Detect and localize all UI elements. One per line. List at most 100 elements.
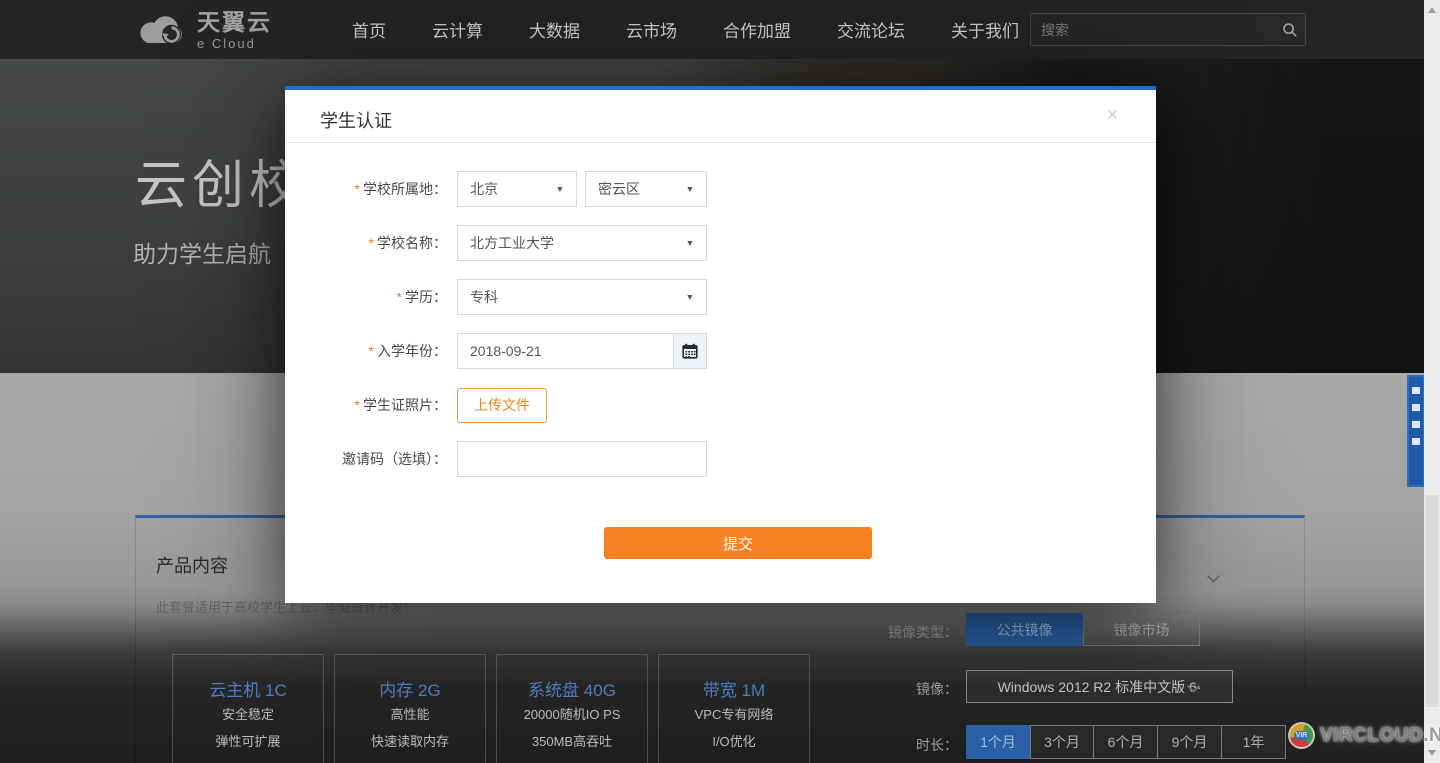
duration-1month-button[interactable]: 1个月 <box>966 725 1030 759</box>
watermark-badge-text: VIR <box>1293 731 1310 740</box>
district-select[interactable]: 密云区 <box>585 171 707 207</box>
search-input[interactable] <box>1031 21 1275 38</box>
student-verification-form: *学校所属地： 北京 密云区 *学校名称： 北方工业大学 <box>285 143 1156 559</box>
spec-card-disk: 系统盘 40G 20000随机IO PS 350MB高吞吐 <box>496 654 648 763</box>
watermark: VIR VIRCLOUD.NET <box>1288 722 1440 749</box>
spec-card-memory: 内存 2G 高性能 快速读取内存 <box>334 654 486 763</box>
watermark-cloud-icon: VIR <box>1288 722 1315 749</box>
spec-card-line: 弹性可扩展 <box>215 734 281 749</box>
scrollbar-thumb[interactable] <box>1425 495 1439 707</box>
scroll-up-arrow-icon[interactable] <box>1428 7 1436 13</box>
cloud-logo-icon <box>135 7 191 53</box>
duration-label: 时长： <box>916 737 958 753</box>
province-select[interactable]: 北京 <box>457 171 577 207</box>
nav-item-cloud-computing[interactable]: 云计算 <box>432 17 483 42</box>
image-select-value: Windows 2012 R2 标准中文版 6· <box>997 678 1202 695</box>
duration-1year-button[interactable]: 1年 <box>1222 725 1286 759</box>
nav-item-cloud-market[interactable]: 云市场 <box>626 17 677 42</box>
spec-card-title: 系统盘 40G <box>528 681 616 700</box>
duration-toggle: 1个月 3个月 6个月 9个月 1年 <box>966 725 1286 759</box>
required-mark: * <box>368 343 374 359</box>
form-row-enroll-year: * 入学年份： <box>320 333 1156 369</box>
top-nav: 天翼云 e Cloud 首页 云计算 大数据 云市场 合作加盟 交流论坛 关于我… <box>0 0 1440 59</box>
province-select-value: 北京 <box>470 181 498 197</box>
degree-select-value: 专科 <box>470 289 498 305</box>
school-name-select-value: 北方工业大学 <box>470 235 554 251</box>
student-card-label: * 学生证照片： <box>354 397 447 413</box>
duration-9month-button[interactable]: 9个月 <box>1158 725 1222 759</box>
scrollbar[interactable] <box>1424 0 1440 763</box>
upload-file-button[interactable]: 上传文件 <box>457 387 547 423</box>
nav-item-about-us[interactable]: 关于我们 <box>951 17 1019 42</box>
degree-select[interactable]: 专科 <box>457 279 707 315</box>
image-type-public-button[interactable]: 公共镜像 <box>966 613 1083 646</box>
image-type-toggle: 公共镜像 镜像市场 <box>966 613 1200 646</box>
spec-card-cpu: 云主机 1C 安全稳定 弹性可扩展 <box>172 654 324 763</box>
district-select-value: 密云区 <box>598 181 640 197</box>
calendar-button[interactable] <box>673 334 706 368</box>
watermark-text: VIRCLOUD.NET <box>1320 724 1440 746</box>
spec-card-line: I/O优化 <box>712 734 756 749</box>
degree-label: * 学历： <box>396 289 447 305</box>
duration-3month-button[interactable]: 3个月 <box>1030 725 1094 759</box>
brand-subtitle: e Cloud <box>197 35 256 51</box>
nav-item-home[interactable]: 首页 <box>352 17 386 42</box>
submit-button[interactable]: 提交 <box>604 527 872 559</box>
modal-header: 学生认证 × <box>285 90 1156 143</box>
required-mark: * <box>354 181 360 197</box>
school-location-label: * 学校所属地： <box>354 181 447 197</box>
spec-card-title: 云主机 1C <box>209 681 287 700</box>
spec-card-line: 高性能 <box>390 707 430 722</box>
image-type-label: 镜像类型： <box>888 624 958 640</box>
nav-item-forum[interactable]: 交流论坛 <box>837 17 905 42</box>
form-row-student-card: * 学生证照片： 上传文件 <box>320 387 1156 423</box>
product-panel-title: 产品内容 <box>156 556 228 576</box>
nav-item-partnership[interactable]: 合作加盟 <box>723 17 791 42</box>
chevron-down-icon <box>1207 570 1220 583</box>
form-row-school-location: *学校所属地： 北京 密云区 <box>320 171 1156 207</box>
spec-card-line: 20000随机IO PS <box>523 707 621 722</box>
image-label: 镜像： <box>916 681 958 697</box>
school-name-select[interactable]: 北方工业大学 <box>457 225 707 261</box>
close-icon[interactable]: × <box>1107 105 1118 127</box>
spec-card-title: 内存 2G <box>379 681 441 700</box>
enroll-year-field <box>457 333 707 369</box>
modal-title: 学生认证 <box>320 111 392 131</box>
school-name-label: * 学校名称： <box>368 235 447 251</box>
feedback-side-tab[interactable] <box>1407 375 1425 487</box>
required-mark: * <box>368 235 374 251</box>
enroll-year-label: * 入学年份： <box>368 343 447 359</box>
form-row-invite-code: 邀请码（选填）： <box>320 441 1156 477</box>
invite-code-input[interactable] <box>457 441 707 477</box>
search-icon[interactable] <box>1275 22 1305 38</box>
spec-card-bandwidth: 带宽 1M VPC专有网络 I/O优化 <box>658 654 810 763</box>
required-mark: * <box>396 289 402 305</box>
form-row-degree: * 学历： 专科 <box>320 279 1156 315</box>
brand-logo[interactable]: 天翼云 e Cloud <box>135 7 272 53</box>
hero-subtitle: 助力学生启航 <box>133 241 271 267</box>
school-location-controls: 北京 密云区 <box>457 171 707 207</box>
invite-code-label: 邀请码（选填）： <box>342 451 447 467</box>
brand-text: 天翼云 e Cloud <box>197 8 272 51</box>
image-select[interactable]: Windows 2012 R2 标准中文版 6· <box>966 670 1233 703</box>
image-type-market-button[interactable]: 镜像市场 <box>1083 613 1200 646</box>
required-mark: * <box>354 397 360 413</box>
spec-card-title: 带宽 1M <box>702 681 766 700</box>
student-verification-modal: 学生认证 × *学校所属地： 北京 密云区 *学校名称： <box>285 86 1156 603</box>
spec-card-line: 安全稳定 <box>221 707 274 722</box>
nav-item-big-data[interactable]: 大数据 <box>529 17 580 42</box>
hero-title: 云创校 <box>135 157 307 215</box>
spec-card-line: 快速读取内存 <box>370 734 449 749</box>
spec-card-line: 350MB高吞吐 <box>531 734 613 749</box>
enroll-year-input[interactable] <box>458 334 673 368</box>
scroll-down-arrow-icon[interactable] <box>1428 750 1436 756</box>
spec-cards: 云主机 1C 安全稳定 弹性可扩展 内存 2G 高性能 快速读取内存 系统盘 4… <box>172 654 810 763</box>
form-row-school-name: * 学校名称： 北方工业大学 <box>320 225 1156 261</box>
calendar-icon <box>682 343 698 359</box>
brand-title: 天翼云 <box>197 8 272 35</box>
duration-6month-button[interactable]: 6个月 <box>1094 725 1158 759</box>
page: 天翼云 e Cloud 首页 云计算 大数据 云市场 合作加盟 交流论坛 关于我… <box>0 0 1440 763</box>
nav-links: 首页 云计算 大数据 云市场 合作加盟 交流论坛 关于我们 <box>352 0 1019 59</box>
spec-card-line: VPC专有网络 <box>694 707 774 722</box>
search-box <box>1030 13 1306 46</box>
